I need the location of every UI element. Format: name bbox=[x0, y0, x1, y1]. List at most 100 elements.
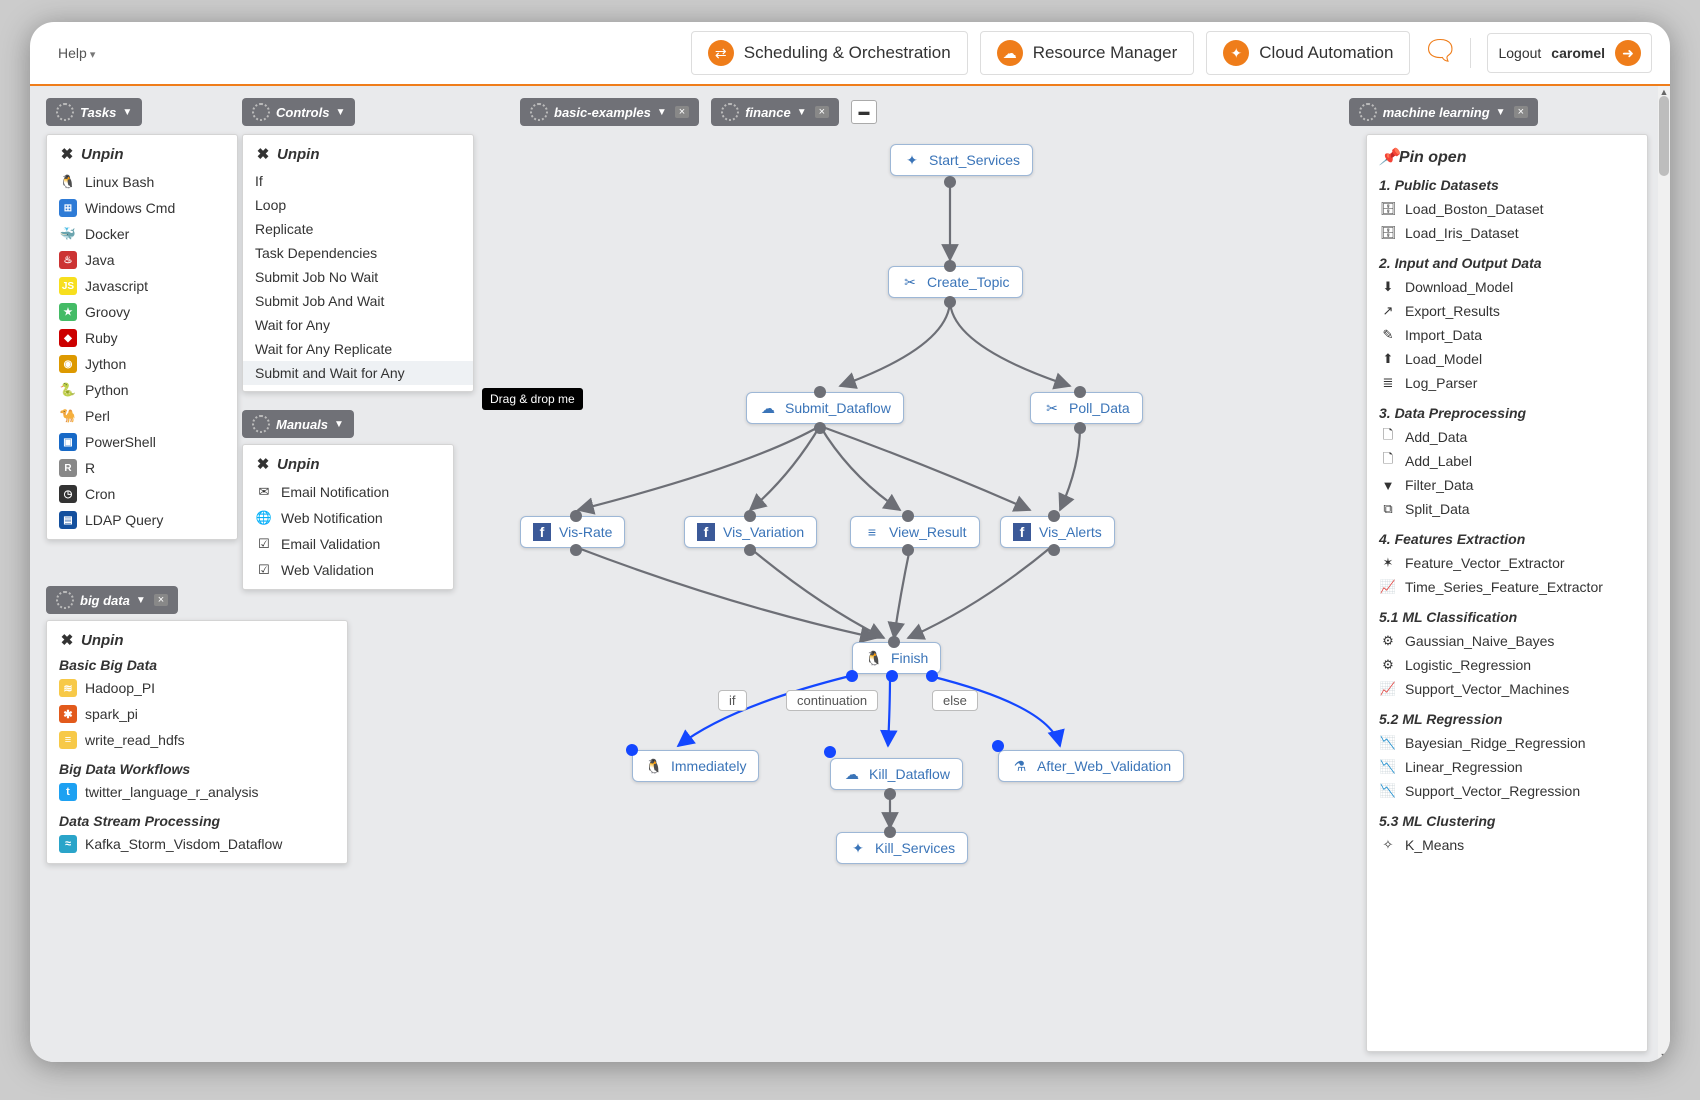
branch-port[interactable] bbox=[992, 740, 1004, 752]
port[interactable] bbox=[902, 544, 914, 556]
ml-item[interactable]: 📉Linear_Regression bbox=[1367, 755, 1647, 779]
bigdata-item[interactable]: ≈Kafka_Storm_Visdom_Dataflow bbox=[47, 831, 347, 857]
port[interactable] bbox=[884, 826, 896, 838]
node-view-result[interactable]: ≡View_Result bbox=[850, 516, 980, 548]
node-create-topic[interactable]: ✂Create_Topic bbox=[888, 266, 1023, 298]
manual-item[interactable]: ☑Web Validation bbox=[243, 557, 453, 583]
controls-dropdown[interactable]: Controls▼ bbox=[242, 98, 355, 126]
panel-pin[interactable]: ✖Unpin bbox=[59, 631, 335, 649]
nav-resource-manager[interactable]: ☁Resource Manager bbox=[980, 31, 1195, 75]
node-after-web-validation[interactable]: ⚗After_Web_Validation bbox=[998, 750, 1184, 782]
bigdata-dropdown[interactable]: big data▼× bbox=[46, 586, 178, 614]
manual-item[interactable]: 🌐Web Notification bbox=[243, 505, 453, 531]
port[interactable] bbox=[1074, 386, 1086, 398]
manual-item[interactable]: ☑Email Validation bbox=[243, 531, 453, 557]
scroll-down-icon[interactable]: ▼ bbox=[1658, 1051, 1670, 1061]
task-item[interactable]: RR bbox=[47, 455, 237, 481]
port[interactable] bbox=[744, 510, 756, 522]
ml-item[interactable]: 🗄Load_Boston_Dataset bbox=[1367, 197, 1647, 221]
panel-pin[interactable]: ✖Unpin bbox=[255, 145, 461, 163]
port[interactable] bbox=[814, 422, 826, 434]
port[interactable] bbox=[744, 544, 756, 556]
chat-icon[interactable]: 🗨 bbox=[1422, 39, 1454, 67]
control-item[interactable]: Task Dependencies bbox=[243, 241, 473, 265]
close-icon[interactable]: × bbox=[154, 594, 168, 606]
port[interactable] bbox=[944, 176, 956, 188]
node-submit-dataflow[interactable]: ☁Submit_Dataflow bbox=[746, 392, 904, 424]
task-item[interactable]: 🐍Python bbox=[47, 377, 237, 403]
tab-basic-examples[interactable]: basic-examples▼× bbox=[520, 98, 699, 126]
tasks-dropdown[interactable]: Tasks▼ bbox=[46, 98, 142, 126]
close-icon[interactable]: × bbox=[815, 106, 829, 118]
task-item[interactable]: ▣PowerShell bbox=[47, 429, 237, 455]
port[interactable] bbox=[570, 544, 582, 556]
close-icon[interactable]: × bbox=[675, 106, 689, 118]
port[interactable] bbox=[944, 260, 956, 272]
ml-item[interactable]: ▼Filter_Data bbox=[1367, 473, 1647, 497]
control-item[interactable]: Submit Job And Wait bbox=[243, 289, 473, 313]
control-item[interactable]: Wait for Any Replicate bbox=[243, 337, 473, 361]
manual-item[interactable]: ✉Email Notification bbox=[243, 479, 453, 505]
task-item[interactable]: ⊞Windows Cmd bbox=[47, 195, 237, 221]
ml-item[interactable]: ↗Export_Results bbox=[1367, 299, 1647, 323]
port[interactable] bbox=[1048, 544, 1060, 556]
port[interactable] bbox=[1074, 422, 1086, 434]
bigdata-item[interactable]: ≋Hadoop_PI bbox=[47, 675, 347, 701]
control-item[interactable]: Submit Job No Wait bbox=[243, 265, 473, 289]
control-item[interactable]: Submit and Wait for Any bbox=[243, 361, 473, 385]
expand-button[interactable]: ▬ bbox=[851, 100, 877, 124]
ml-item[interactable]: 🗋Add_Data bbox=[1367, 425, 1647, 449]
task-item[interactable]: ◉Jython bbox=[47, 351, 237, 377]
tab-finance[interactable]: finance▼× bbox=[711, 98, 839, 126]
port[interactable] bbox=[902, 510, 914, 522]
bigdata-item[interactable]: ≡write_read_hdfs bbox=[47, 727, 347, 753]
port[interactable] bbox=[944, 296, 956, 308]
ml-item[interactable]: ⚙Gaussian_Naive_Bayes bbox=[1367, 629, 1647, 653]
close-icon[interactable]: × bbox=[1514, 106, 1528, 118]
ml-item[interactable]: 🗄Load_Iris_Dataset bbox=[1367, 221, 1647, 245]
task-item[interactable]: ◆Ruby bbox=[47, 325, 237, 351]
ml-item[interactable]: ✎Import_Data bbox=[1367, 323, 1647, 347]
bigdata-item[interactable]: ✱spark_pi bbox=[47, 701, 347, 727]
help-menu[interactable]: Help bbox=[48, 39, 105, 67]
manuals-dropdown[interactable]: Manuals▼ bbox=[242, 410, 354, 438]
node-kill-dataflow[interactable]: ☁Kill_Dataflow bbox=[830, 758, 963, 790]
ml-item[interactable]: 📉Support_Vector_Regression bbox=[1367, 779, 1647, 803]
node-poll-data[interactable]: ✂Poll_Data bbox=[1030, 392, 1143, 424]
ml-item[interactable]: ✧K_Means bbox=[1367, 833, 1647, 857]
task-item[interactable]: JSJavascript bbox=[47, 273, 237, 299]
port[interactable] bbox=[1048, 510, 1060, 522]
task-item[interactable]: 🐧Linux Bash bbox=[47, 169, 237, 195]
task-item[interactable]: ★Groovy bbox=[47, 299, 237, 325]
branch-port[interactable] bbox=[824, 746, 836, 758]
panel-pin[interactable]: ✖Unpin bbox=[255, 455, 441, 473]
logout-button[interactable]: Logout caromel➜ bbox=[1487, 33, 1652, 73]
node-start-services[interactable]: ✦Start_Services bbox=[890, 144, 1033, 176]
ml-item[interactable]: ⬆Load_Model bbox=[1367, 347, 1647, 371]
ml-item[interactable]: ✶Feature_Vector_Extractor bbox=[1367, 551, 1647, 575]
ml-item[interactable]: 📈Support_Vector_Machines bbox=[1367, 677, 1647, 701]
branch-port[interactable] bbox=[886, 670, 898, 682]
node-kill-services[interactable]: ✦Kill_Services bbox=[836, 832, 968, 864]
port[interactable] bbox=[888, 636, 900, 648]
ml-item[interactable]: ⬇Download_Model bbox=[1367, 275, 1647, 299]
ml-dropdown[interactable]: machine learning▼× bbox=[1349, 98, 1538, 126]
task-item[interactable]: ♨Java bbox=[47, 247, 237, 273]
ml-item[interactable]: 📈Time_Series_Feature_Extractor bbox=[1367, 575, 1647, 599]
task-item[interactable]: ▤LDAP Query bbox=[47, 507, 237, 533]
task-item[interactable]: 🐪Perl bbox=[47, 403, 237, 429]
task-item[interactable]: ◷Cron bbox=[47, 481, 237, 507]
ml-item[interactable]: ⧉Split_Data bbox=[1367, 497, 1647, 521]
task-item[interactable]: 🐳Docker bbox=[47, 221, 237, 247]
scrollbar-thumb[interactable] bbox=[1659, 96, 1669, 176]
ml-item[interactable]: ≣Log_Parser bbox=[1367, 371, 1647, 395]
port[interactable] bbox=[884, 788, 896, 800]
control-item[interactable]: Replicate bbox=[243, 217, 473, 241]
branch-port[interactable] bbox=[626, 744, 638, 756]
ml-item[interactable]: 🗋Add_Label bbox=[1367, 449, 1647, 473]
ml-item[interactable]: ⚙Logistic_Regression bbox=[1367, 653, 1647, 677]
control-item[interactable]: Loop bbox=[243, 193, 473, 217]
ml-item[interactable]: 📉Bayesian_Ridge_Regression bbox=[1367, 731, 1647, 755]
panel-pin[interactable]: ✖Unpin bbox=[59, 145, 225, 163]
scrollbar[interactable]: ▲ ▼ bbox=[1658, 86, 1670, 1062]
